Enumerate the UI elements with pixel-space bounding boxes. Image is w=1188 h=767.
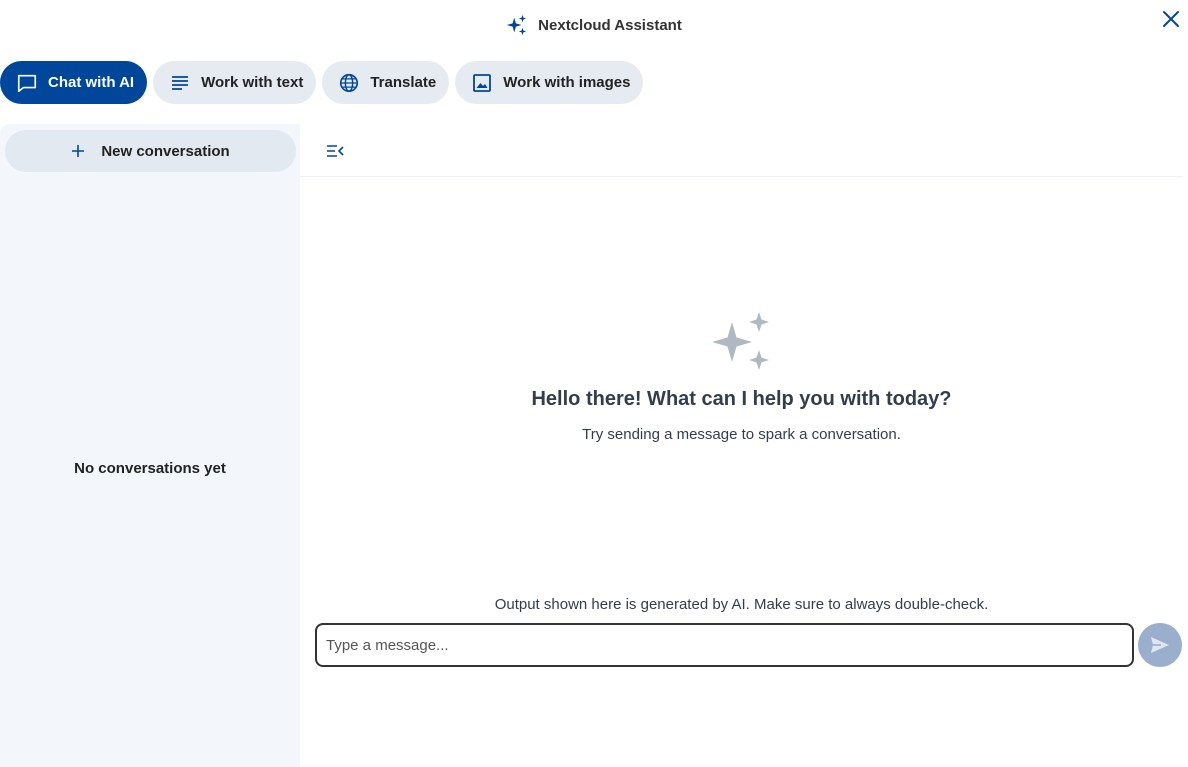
header-title: Nextcloud Assistant (0, 14, 1188, 36)
app-title: Nextcloud Assistant (538, 16, 682, 34)
new-conversation-button[interactable]: New conversation (5, 130, 296, 172)
empty-state: Hello there! What can I help you with to… (300, 310, 1183, 443)
empty-conversations-label: No conversations yet (74, 460, 226, 477)
conversation-sidebar: New conversation No conversations yet (0, 124, 300, 767)
message-composer (315, 623, 1183, 668)
header-divider (300, 176, 1183, 177)
tab-bar: Chat with AI Work with text Translate Wo… (0, 61, 644, 104)
globe-icon (338, 72, 360, 94)
close-icon (1163, 11, 1179, 27)
chat-icon (16, 72, 38, 94)
plus-icon (72, 145, 85, 157)
tab-label: Work with text (201, 74, 304, 91)
chat-panel: Hello there! What can I help you with to… (300, 124, 1188, 767)
empty-state-title: Hello there! What can I help you with to… (531, 388, 952, 410)
empty-state-subtitle: Try sending a message to spark a convers… (582, 426, 901, 443)
ai-disclaimer: Output shown here is generated by AI. Ma… (494, 596, 989, 613)
tab-work-with-text[interactable]: Work with text (153, 61, 317, 104)
close-button[interactable] (1160, 8, 1182, 30)
text-lines-icon (169, 72, 191, 94)
tab-label: Translate (370, 74, 437, 91)
sparkles-icon (711, 312, 769, 370)
new-conversation-label: New conversation (101, 142, 230, 160)
header: Nextcloud Assistant (0, 0, 1188, 50)
tab-label: Chat with AI (48, 74, 135, 91)
toggle-sidebar-button[interactable] (324, 140, 346, 162)
tab-translate[interactable]: Translate (322, 61, 450, 104)
image-icon (471, 72, 493, 94)
tab-label: Work with images (503, 74, 631, 91)
message-input[interactable] (315, 623, 1134, 667)
send-button[interactable] (1138, 623, 1182, 667)
collapse-sidebar-icon (327, 145, 344, 157)
send-icon (1151, 637, 1169, 653)
tab-work-with-images[interactable]: Work with images (455, 61, 644, 104)
tab-chat-with-ai[interactable]: Chat with AI (0, 61, 148, 104)
sparkles-icon (506, 14, 528, 36)
